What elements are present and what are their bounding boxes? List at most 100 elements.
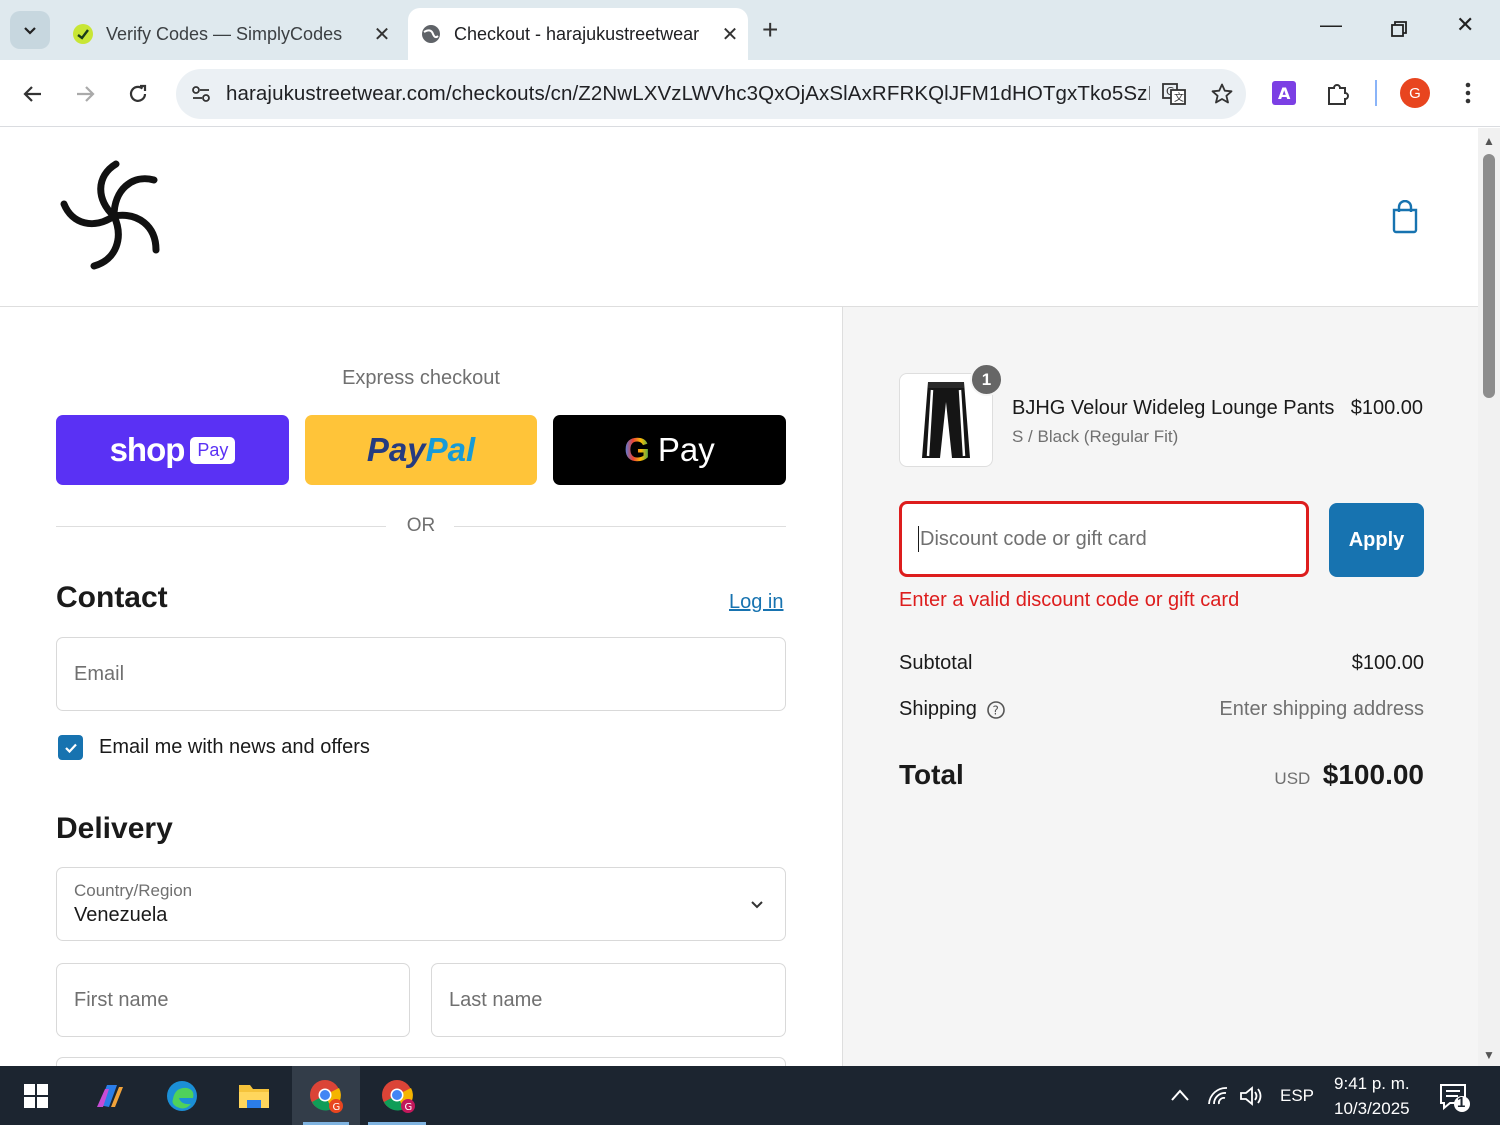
language-indicator[interactable]: ESP	[1280, 1066, 1314, 1125]
restore-icon[interactable]	[1390, 20, 1408, 38]
shipping-label-wrap: Shipping ?	[899, 698, 1006, 721]
chevron-down-icon	[751, 901, 763, 909]
volume-icon[interactable]	[1238, 1084, 1264, 1108]
minimize-icon[interactable]: —	[1320, 12, 1342, 38]
tab-label: Checkout - harajukustreetwear	[454, 23, 700, 44]
total-amount-wrap: USD $100.00	[1274, 759, 1424, 791]
back-button[interactable]	[15, 76, 51, 112]
discount-error-message: Enter a valid discount code or gift card	[899, 589, 1240, 611]
tab-simplycodes[interactable]: Verify Codes — SimplyCodes ✕	[60, 8, 400, 60]
last-name-placeholder: Last name	[449, 988, 543, 1011]
newsletter-checkbox[interactable]	[58, 735, 83, 760]
notification-count: 1	[1457, 1094, 1466, 1111]
text-caret	[918, 526, 919, 552]
file-explorer-taskbar-button[interactable]	[234, 1076, 274, 1116]
total-row: Total USD $100.00	[899, 759, 1424, 791]
notifications-icon[interactable]	[1438, 1082, 1472, 1114]
extension-a-icon[interactable]: A	[1271, 80, 1297, 106]
site-info-button[interactable]	[176, 83, 226, 105]
pants-image-icon	[922, 382, 970, 458]
tab-search-button[interactable]	[10, 11, 50, 49]
scroll-up-arrow-icon[interactable]: ▲	[1483, 134, 1495, 148]
globe-favicon-icon	[422, 25, 440, 43]
country-label: Country/Region	[74, 881, 193, 900]
kebab-menu-icon[interactable]	[1458, 80, 1478, 106]
apply-discount-button[interactable]: Apply	[1329, 503, 1424, 577]
help-circle-icon[interactable]: ?	[986, 700, 1006, 720]
email-field[interactable]: Email	[56, 637, 786, 711]
start-button[interactable]	[16, 1076, 56, 1116]
paypal-button[interactable]: Pay Pal	[305, 415, 537, 485]
wifi-icon[interactable]	[1206, 1084, 1230, 1108]
translate-icon: G文	[1162, 83, 1186, 105]
total-label: Total	[899, 759, 964, 790]
reload-button[interactable]	[120, 76, 156, 112]
page-scrollbar[interactable]: ▲ ▼	[1478, 128, 1500, 1066]
browser-toolbar: harajukustreetwear.com/checkouts/cn/Z2Nw…	[0, 60, 1500, 127]
system-clock[interactable]: 9:41 p. m. 10/3/2025	[1334, 1071, 1410, 1121]
last-name-field[interactable]: Last name	[431, 963, 786, 1037]
login-link[interactable]: Log in	[729, 591, 784, 614]
url-text[interactable]: harajukustreetwear.com/checkouts/cn/Z2Nw…	[226, 82, 1150, 106]
svg-text:?: ?	[992, 703, 998, 717]
svg-text:G: G	[333, 1102, 341, 1113]
clock-time: 9:41 p. m.	[1334, 1074, 1410, 1093]
address-bar[interactable]: harajukustreetwear.com/checkouts/cn/Z2Nw…	[176, 69, 1246, 119]
scrollbar-thumb[interactable]	[1483, 154, 1495, 398]
translate-button[interactable]: G文	[1150, 81, 1198, 107]
email-placeholder: Email	[74, 662, 125, 685]
store-logo-icon[interactable]	[58, 160, 170, 272]
chrome-icon: G	[310, 1080, 343, 1113]
discount-code-input[interactable]: Discount code or gift card	[899, 501, 1309, 577]
subtotal-label: Subtotal	[899, 652, 973, 674]
checkout-form: Express checkout shop Pay Pay Pal G Pay O…	[0, 307, 842, 1066]
store-header	[0, 128, 1478, 307]
windows-taskbar: G G ESP 9:41 p. m. 10/3/2025 1	[0, 1066, 1500, 1125]
reload-icon	[129, 84, 147, 102]
total-currency: USD	[1274, 769, 1311, 788]
divider-line-right	[454, 526, 786, 527]
next-field-partial[interactable]	[56, 1057, 786, 1066]
copilot-taskbar-button[interactable]	[90, 1076, 130, 1116]
country-select[interactable]: Country/Region Venezuela	[56, 867, 786, 941]
tab-close-icon[interactable]: ✕	[712, 22, 748, 47]
chrome-icon: G	[382, 1080, 415, 1113]
bookmark-star-button[interactable]	[1198, 82, 1246, 106]
arrow-left-icon	[23, 86, 41, 102]
chrome-taskbar-button-1[interactable]: G	[306, 1076, 346, 1116]
tab-checkout[interactable]: Checkout - harajukustreetwear ✕	[408, 8, 748, 60]
extensions-puzzle-icon[interactable]	[1324, 80, 1352, 108]
tab-label: Verify Codes — SimplyCodes	[106, 23, 343, 44]
chrome-taskbar-button-2[interactable]: G	[378, 1076, 418, 1116]
scroll-down-arrow-icon[interactable]: ▼	[1483, 1048, 1495, 1062]
tab-close-icon[interactable]: ✕	[364, 22, 400, 47]
shopping-bag-icon[interactable]	[1390, 200, 1420, 234]
product-variant: S / Black (Regular Fit)	[1012, 427, 1179, 446]
first-name-placeholder: First name	[74, 988, 169, 1011]
window-close-icon[interactable]: ✕	[1456, 12, 1474, 38]
newsletter-label: Email me with news and offers	[99, 736, 370, 758]
shop-pay-wordmark: shop	[109, 431, 186, 468]
profile-avatar[interactable]: G	[1400, 78, 1430, 108]
new-tab-plus-icon[interactable]: +	[762, 14, 778, 46]
edge-taskbar-button[interactable]	[162, 1076, 202, 1116]
forward-button[interactable]	[67, 76, 103, 112]
windows-logo-icon	[24, 1084, 48, 1108]
chevron-down-icon	[24, 27, 36, 35]
check-icon	[64, 743, 77, 753]
delivery-title: Delivery	[56, 812, 173, 845]
arrow-right-icon	[77, 86, 95, 102]
subtotal-value: $100.00	[1351, 652, 1424, 674]
folder-icon	[239, 1085, 269, 1108]
shop-pay-button[interactable]: shop Pay	[56, 415, 289, 485]
paypal-wordmark-part2: Pal	[425, 431, 476, 468]
shipping-value: Enter shipping address	[1219, 698, 1424, 720]
subtotal-row: Subtotal $100.00	[899, 652, 1424, 675]
chevron-up-icon[interactable]	[1170, 1088, 1190, 1102]
toolbar-divider	[1375, 80, 1377, 106]
product-name: BJHG Velour Wideleg Lounge Pants	[1012, 397, 1335, 419]
simplycodes-favicon-icon	[73, 24, 93, 44]
first-name-field[interactable]: First name	[56, 963, 410, 1037]
google-pay-button[interactable]: G Pay	[553, 415, 786, 485]
svg-text:文: 文	[1174, 91, 1184, 104]
